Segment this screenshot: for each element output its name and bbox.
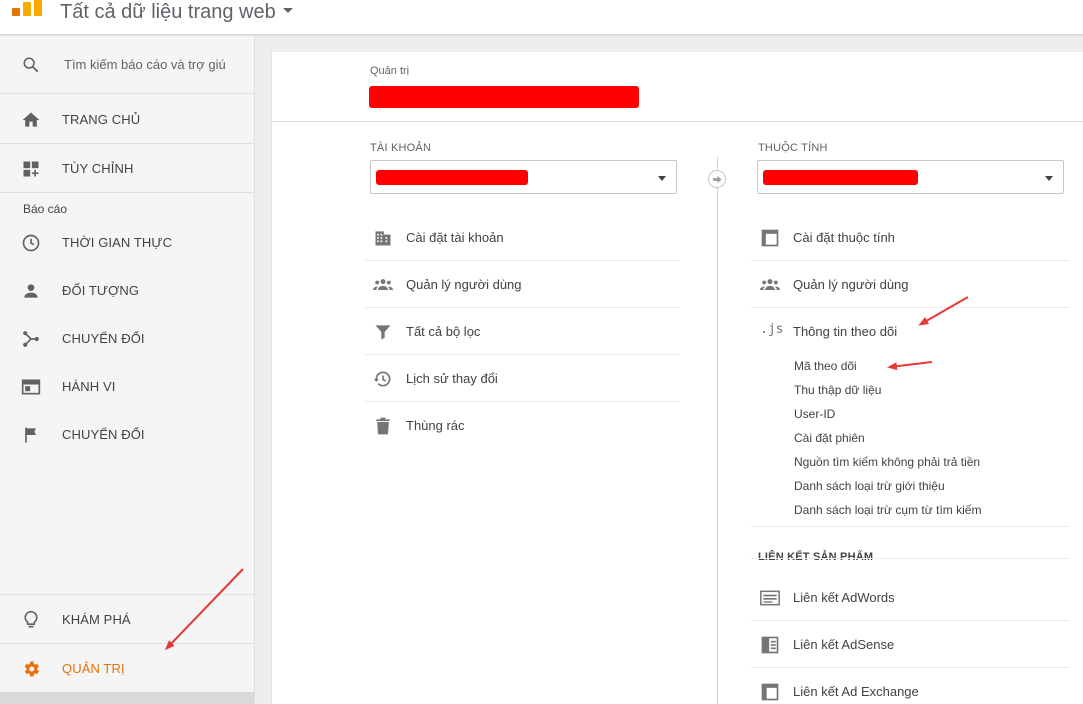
- behavior-icon: [21, 379, 41, 395]
- sidebar-item-label: CHUYỂN ĐỔI: [62, 427, 145, 442]
- js-icon: .js: [760, 322, 784, 337]
- property-user-management-row[interactable]: Quản lý người dùng: [751, 261, 1069, 307]
- adsense-icon: [761, 636, 779, 654]
- sidebar-item-audience[interactable]: ĐỐI TƯỢNG: [0, 266, 254, 314]
- row-label: Thùng rác: [406, 418, 465, 433]
- user-id-link[interactable]: User-ID: [794, 407, 835, 421]
- redacted-account-value: [376, 170, 528, 185]
- sidebar-search: [0, 36, 254, 94]
- dropdown-arrow-icon: [658, 176, 666, 181]
- row-label: Thông tin theo dõi: [793, 324, 898, 339]
- sidebar-item-admin[interactable]: QUẢN TRỊ: [0, 644, 254, 692]
- row-label: Quản lý người dùng: [406, 277, 522, 292]
- all-filters-row[interactable]: Tất cả bộ lọc: [364, 308, 680, 354]
- row-label: Liên kết AdWords: [793, 590, 895, 605]
- account-column-label: TÀI KHOẢN: [370, 142, 432, 154]
- users-icon: [760, 279, 780, 290]
- building-icon: [375, 231, 391, 246]
- sidebar-item-label: TRANG CHỦ: [62, 112, 141, 127]
- lightbulb-icon: [24, 610, 38, 628]
- gear-icon: [24, 661, 39, 677]
- caret-down-icon: [282, 8, 293, 14]
- breadcrumb: Quản trị: [370, 65, 410, 77]
- row-label: Tất cả bộ lọc: [406, 324, 481, 339]
- users-icon: [373, 279, 393, 290]
- clock-icon: [22, 234, 40, 252]
- reports-section-label: Báo cáo: [23, 202, 68, 216]
- change-history-row[interactable]: Lịch sử thay đổi: [364, 355, 680, 401]
- top-bar: Tất cả dữ liệu trang web: [0, 0, 1083, 35]
- row-label: Cài đặt tài khoản: [406, 230, 504, 245]
- sidebar-item-home[interactable]: TRANG CHỦ: [0, 95, 254, 143]
- divider: [272, 121, 1083, 122]
- search-icon[interactable]: [22, 56, 40, 74]
- redacted-property-value: [763, 170, 918, 185]
- search-term-exclusion-list-link[interactable]: Danh sách loại trừ cụm từ tìm kiếm: [794, 503, 981, 517]
- session-settings-link[interactable]: Cài đặt phiên: [794, 431, 865, 445]
- sidebar-item-label: THỜI GIAN THỰC: [62, 235, 173, 250]
- sidebar-item-realtime[interactable]: THỜI GIAN THỰC: [0, 218, 254, 266]
- sidebar-item-label: CHUYỂN ĐỔI: [62, 331, 145, 346]
- dropdown-arrow-icon: [1045, 176, 1053, 181]
- view-selector[interactable]: Tất cả dữ liệu trang web: [60, 1, 293, 24]
- property-selector[interactable]: [757, 160, 1064, 194]
- sidebar-item-label: QUẢN TRỊ: [62, 661, 125, 676]
- row-label: Quản lý người dùng: [793, 277, 909, 292]
- history-icon: [373, 371, 391, 387]
- flag-icon: [25, 427, 36, 443]
- ad-exchange-icon: [761, 683, 779, 701]
- product-links-header: LIÊN KẾT SẢN PHẨM: [758, 551, 874, 563]
- move-button[interactable]: [708, 170, 726, 188]
- data-collection-link[interactable]: Thu thập dữ liệu: [794, 383, 881, 397]
- arrow-right-icon: [712, 175, 722, 184]
- sidebar-item-label: HÀNH VI: [62, 379, 116, 394]
- row-label: Liên kết AdSense: [793, 637, 895, 652]
- adsense-linking-row[interactable]: Liên kết AdSense: [751, 621, 1069, 667]
- sidebar-item-label: ĐỐI TƯỢNG: [62, 283, 140, 298]
- adwords-icon: [760, 590, 780, 606]
- trash-row[interactable]: Thùng rác: [364, 402, 680, 448]
- sidebar-footer: [0, 692, 254, 704]
- tracking-code-link[interactable]: Mã theo dõi: [794, 359, 857, 373]
- sidebar-item-conversions[interactable]: CHUYỂN ĐỔI: [0, 410, 254, 458]
- column-divider: [717, 157, 718, 704]
- tracking-info-row[interactable]: .js Thông tin theo dõi: [751, 308, 1069, 354]
- trash-icon: [376, 417, 390, 435]
- view-title: Tất cả dữ liệu trang web: [60, 1, 276, 23]
- account-user-management-row[interactable]: Quản lý người dùng: [364, 261, 680, 307]
- sidebar-item-customize[interactable]: TÙY CHỈNH: [0, 144, 254, 192]
- organic-search-sources-link[interactable]: Nguồn tìm kiếm không phải trả tiền: [794, 455, 980, 469]
- row-label: Liên kết Ad Exchange: [793, 684, 919, 699]
- analytics-logo[interactable]: [12, 0, 42, 16]
- acquisition-icon: [23, 331, 39, 347]
- search-input[interactable]: [58, 50, 228, 78]
- ad-exchange-linking-row[interactable]: Liên kết Ad Exchange: [751, 668, 1069, 704]
- home-icon: [22, 112, 40, 127]
- account-settings-row[interactable]: Cài đặt tài khoản: [364, 214, 680, 260]
- sidebar-item-label: TÙY CHỈNH: [62, 161, 134, 176]
- sidebar-item-label: KHÁM PHÁ: [62, 612, 131, 627]
- sidebar: TRANG CHỦ TÙY CHỈNH Báo cáo THỜI GIAN TH…: [0, 36, 255, 704]
- admin-panel: Quản trị TÀI KHOẢN Cài đặt tài khoản Quả…: [271, 52, 1083, 704]
- property-settings-icon: [761, 229, 779, 247]
- account-selector[interactable]: [370, 160, 677, 194]
- filter-icon: [375, 325, 391, 340]
- property-column-label: THUỘC TÍNH: [758, 142, 828, 154]
- divider: [0, 192, 254, 193]
- row-label: Lịch sử thay đổi: [406, 371, 498, 386]
- divider: [751, 526, 1069, 527]
- adwords-linking-row[interactable]: Liên kết AdWords: [751, 574, 1069, 620]
- person-icon: [24, 284, 38, 298]
- sidebar-item-acquisition[interactable]: CHUYỂN ĐỔI: [0, 314, 254, 362]
- row-label: Cài đặt thuộc tính: [793, 230, 895, 245]
- sidebar-item-behavior[interactable]: HÀNH VI: [0, 362, 254, 410]
- property-settings-row[interactable]: Cài đặt thuộc tính: [751, 214, 1069, 260]
- referral-exclusion-list-link[interactable]: Danh sách loại trừ giới thiệu: [794, 479, 945, 493]
- dashboard-plus-icon: [23, 161, 39, 177]
- redacted-account-name: [369, 86, 639, 108]
- divider: [751, 558, 1069, 559]
- sidebar-item-discover[interactable]: KHÁM PHÁ: [0, 595, 254, 643]
